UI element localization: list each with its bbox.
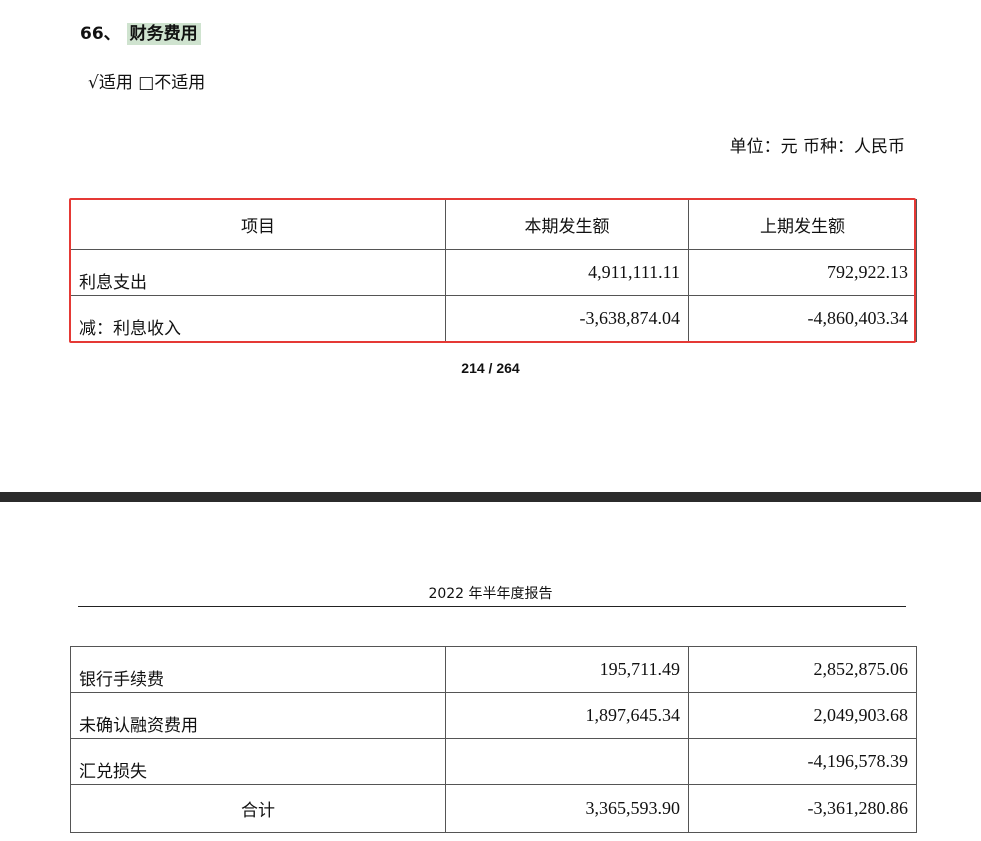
expense-table-page2: 银行手续费 195,711.49 2,852,875.06 未确认融资费用 1,… [70, 646, 917, 833]
applicability-line: √适用 □不适用 [88, 73, 206, 93]
row-item: 汇兑损失 [70, 738, 446, 785]
row-current: 195,711.49 [445, 646, 689, 693]
total-label: 合计 [70, 784, 446, 833]
row-current: 1,897,645.34 [445, 692, 689, 739]
highlight-frame [69, 198, 916, 343]
page-number: 214 / 264 [461, 360, 520, 376]
header-rule [78, 606, 906, 607]
row-previous: -4,196,578.39 [688, 738, 917, 785]
section-title: 66、 财务费用 [80, 20, 201, 48]
page-separator [0, 492, 981, 502]
row-item: 未确认融资费用 [70, 692, 446, 739]
table-row: 汇兑损失 -4,196,578.39 [70, 738, 917, 785]
row-current [445, 738, 689, 785]
total-previous: -3,361,280.86 [688, 784, 917, 833]
report-header: 2022 年半年度报告 [428, 586, 553, 602]
section-name: 财务费用 [126, 23, 201, 45]
section-number: 66、 [80, 24, 121, 44]
table-row: 银行手续费 195,711.49 2,852,875.06 [70, 646, 917, 693]
row-previous: 2,852,875.06 [688, 646, 917, 693]
table-row: 未确认融资费用 1,897,645.34 2,049,903.68 [70, 692, 917, 739]
row-previous: 2,049,903.68 [688, 692, 917, 739]
row-item: 银行手续费 [70, 646, 446, 693]
total-current: 3,365,593.90 [445, 784, 689, 833]
unit-line: 单位：元 币种：人民币 [729, 137, 905, 157]
table-total-row: 合计 3,365,593.90 -3,361,280.86 [70, 784, 917, 833]
